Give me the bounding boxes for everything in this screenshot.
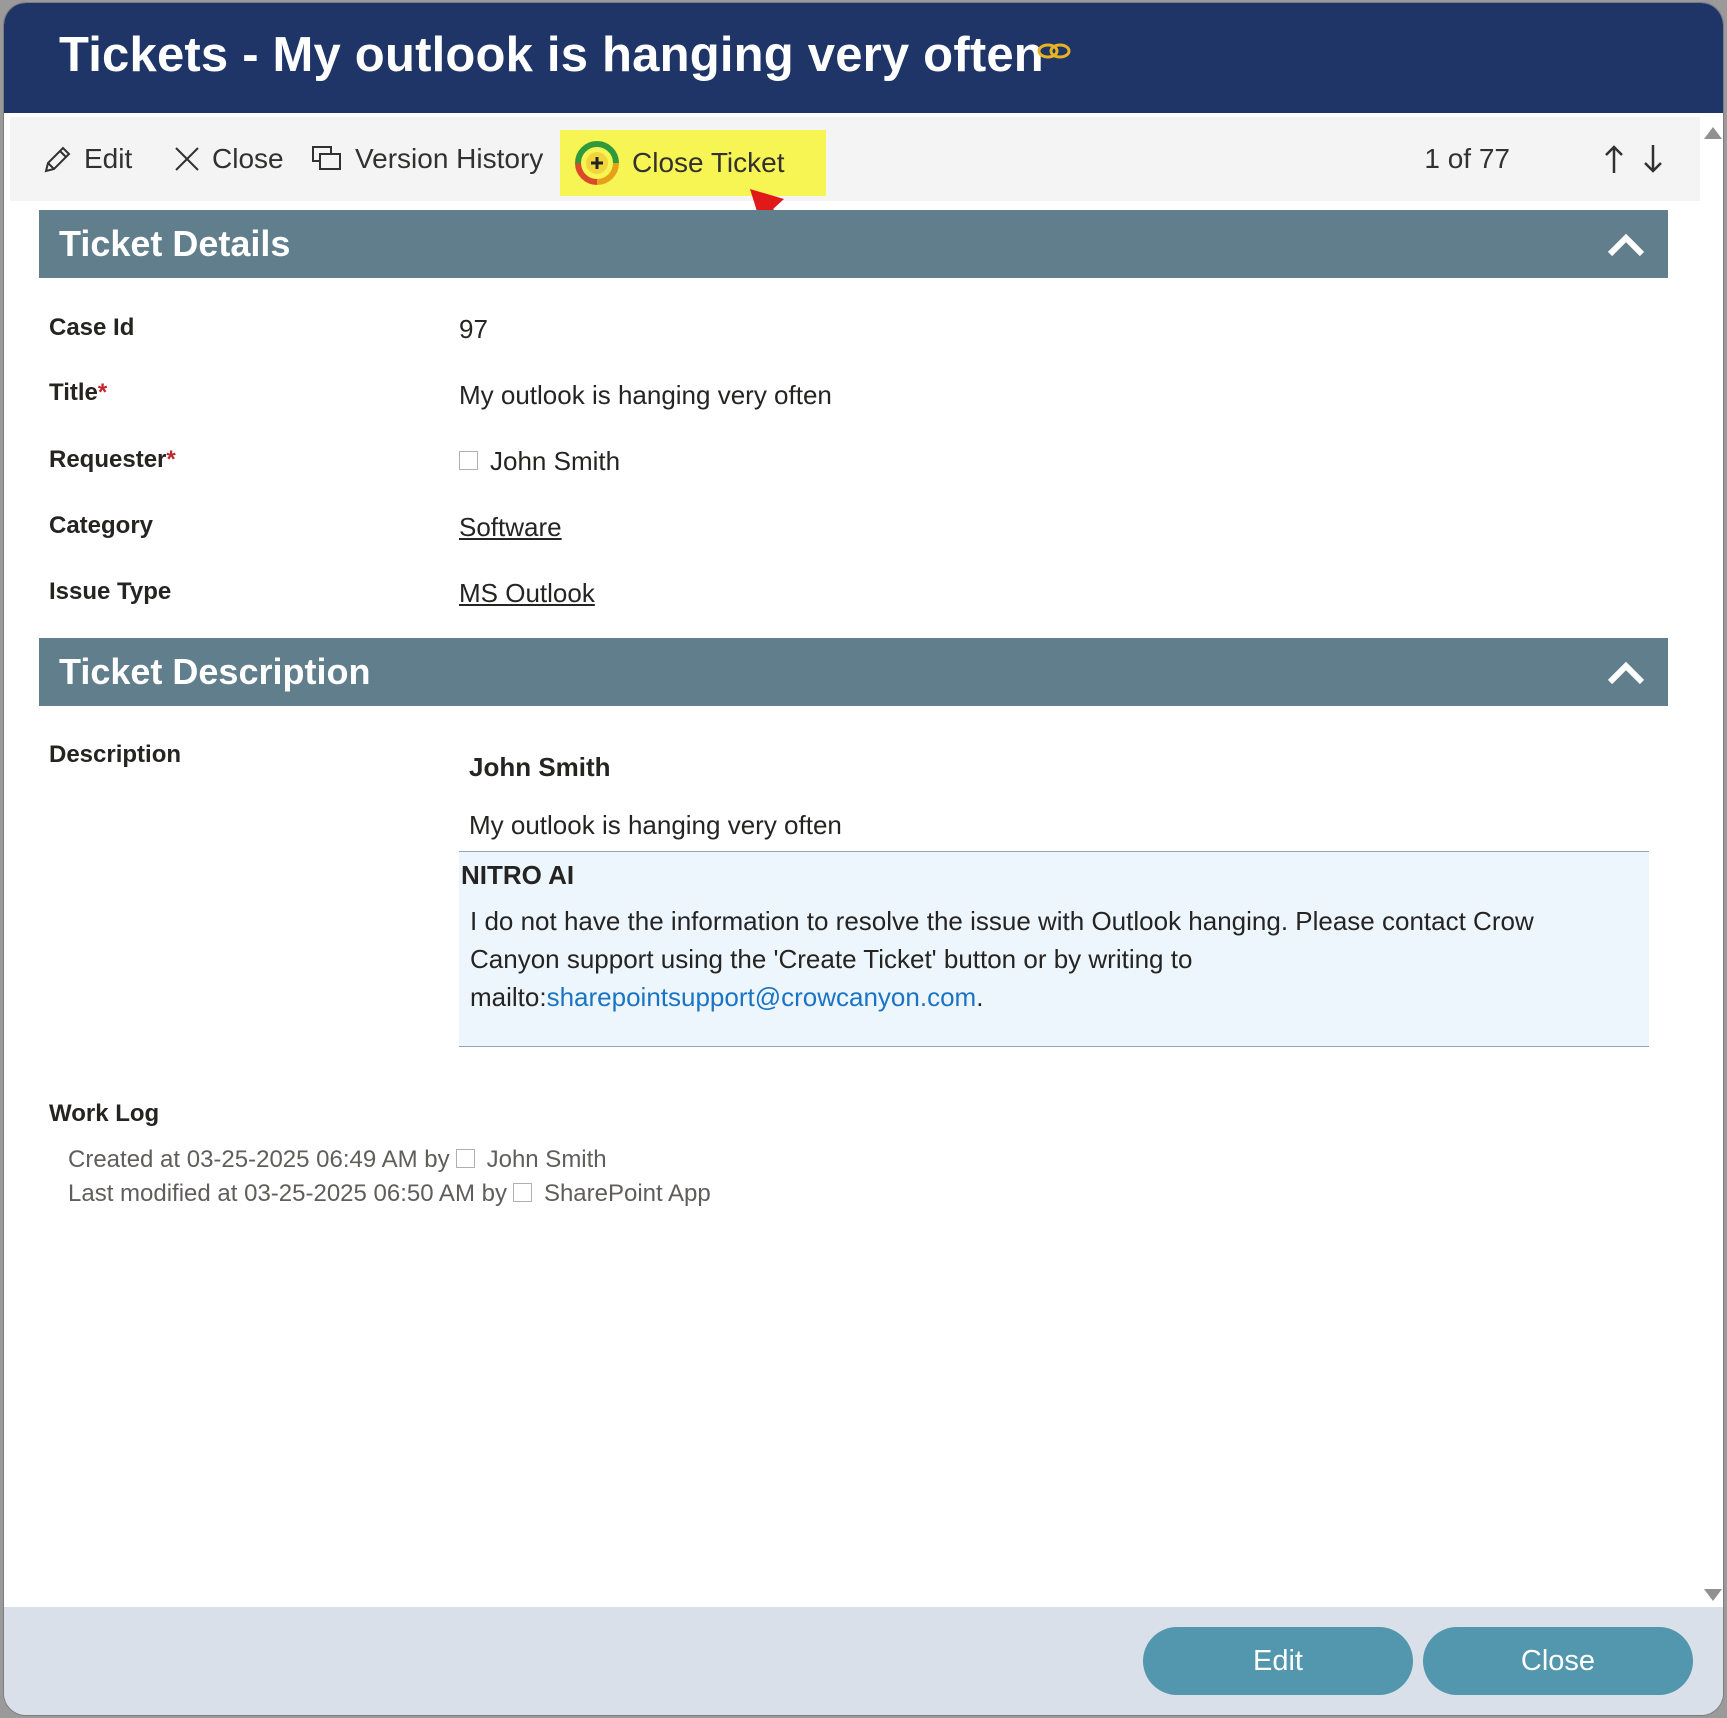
arrow-up-icon[interactable] (1602, 143, 1626, 175)
modified-info: Last modified at 03-25-2025 06:50 AM by S… (68, 1180, 711, 1208)
link-icon[interactable] (1036, 39, 1072, 63)
edit-button[interactable]: Edit (1143, 1627, 1413, 1695)
issue-type-link[interactable]: MS Outlook (459, 578, 595, 609)
ticket-details-title: Ticket Details (59, 223, 291, 264)
command-toolbar: Edit Close Version History Close Ticket … (10, 117, 1700, 201)
version-history-button[interactable]: Version History (311, 117, 543, 201)
person-icon (459, 450, 478, 470)
nitro-ai-response: NITRO AI I do not have the information t… (459, 851, 1649, 1047)
ticket-description-header[interactable]: Ticket Description (39, 638, 1668, 706)
pencil-icon (44, 146, 71, 173)
created-info: Created at 03-25-2025 06:49 AM by John Sm… (68, 1146, 607, 1174)
title-label-text: Title (49, 379, 98, 406)
ticket-description-title: Ticket Description (59, 651, 371, 692)
close-icon (175, 147, 199, 171)
scroll-down-arrow[interactable] (1704, 1589, 1722, 1601)
ticket-dialog: Tickets - My outlook is hanging very oft… (4, 3, 1723, 1715)
support-email-link[interactable]: sharepointsupport@crowcanyon.com (547, 982, 977, 1012)
nitro-ai-title: NITRO AI (461, 860, 575, 890)
close-ticket-icon (575, 141, 619, 185)
title-label: Title* (49, 379, 107, 407)
description-text: My outlook is hanging very often (469, 810, 842, 840)
dialog-footer: Edit Close (4, 1607, 1723, 1715)
close-toolbar-button[interactable]: Close (174, 117, 284, 201)
arrow-down-icon[interactable] (1641, 143, 1665, 175)
modified-prefix: Last modified at 03-25-2025 06:50 AM by (68, 1180, 507, 1207)
required-marker: * (97, 379, 108, 406)
close-ticket-label: Close Ticket (632, 147, 785, 178)
case-id-label: Case Id (49, 314, 135, 341)
close-toolbar-label: Close (212, 143, 284, 174)
modified-by-name[interactable]: SharePoint App (544, 1180, 711, 1207)
required-marker: * (166, 446, 176, 473)
nitro-ai-body: I do not have the information to resolve… (470, 902, 1620, 1016)
description-author: John Smith (469, 752, 611, 782)
title-value: My outlook is hanging very often (459, 380, 832, 410)
mailto-prefix: mailto: (470, 982, 547, 1012)
issue-type-label: Issue Type (49, 578, 172, 605)
person-icon (512, 1183, 532, 1203)
chevron-up-icon[interactable] (1606, 658, 1646, 686)
nitro-ai-body-text: I do not have the information to resolve… (470, 906, 1534, 974)
category-label: Category (49, 512, 154, 539)
close-button[interactable]: Close (1423, 1627, 1693, 1695)
dialog-title: Tickets - My outlook is hanging very oft… (59, 28, 1044, 82)
case-id-value: 97 (459, 314, 488, 344)
requester-label-text: Requester (49, 446, 167, 473)
edit-toolbar-label: Edit (84, 143, 133, 174)
chevron-up-icon[interactable] (1606, 230, 1646, 258)
requester-label: Requester* (49, 446, 176, 474)
created-by-name[interactable]: John Smith (487, 1146, 607, 1173)
pager-text: 1 of 77 (1424, 143, 1510, 174)
requester-value[interactable]: John Smith (459, 446, 620, 477)
version-history-label: Version History (355, 143, 544, 174)
version-history-icon (312, 146, 341, 170)
requester-name: John Smith (490, 446, 621, 476)
ticket-details-header[interactable]: Ticket Details (39, 210, 1668, 278)
dialog-title-bar: Tickets - My outlook is hanging very oft… (4, 3, 1723, 113)
category-link[interactable]: Software (459, 512, 562, 543)
period: . (976, 982, 984, 1012)
work-log-label: Work Log (49, 1100, 160, 1127)
description-label: Description (49, 741, 182, 768)
scrollbar[interactable] (1699, 117, 1723, 1607)
scroll-up-arrow[interactable] (1704, 127, 1722, 139)
created-prefix: Created at 03-25-2025 06:49 AM by (68, 1146, 450, 1173)
person-icon (455, 1149, 475, 1169)
edit-toolbar-button[interactable]: Edit (42, 117, 132, 201)
